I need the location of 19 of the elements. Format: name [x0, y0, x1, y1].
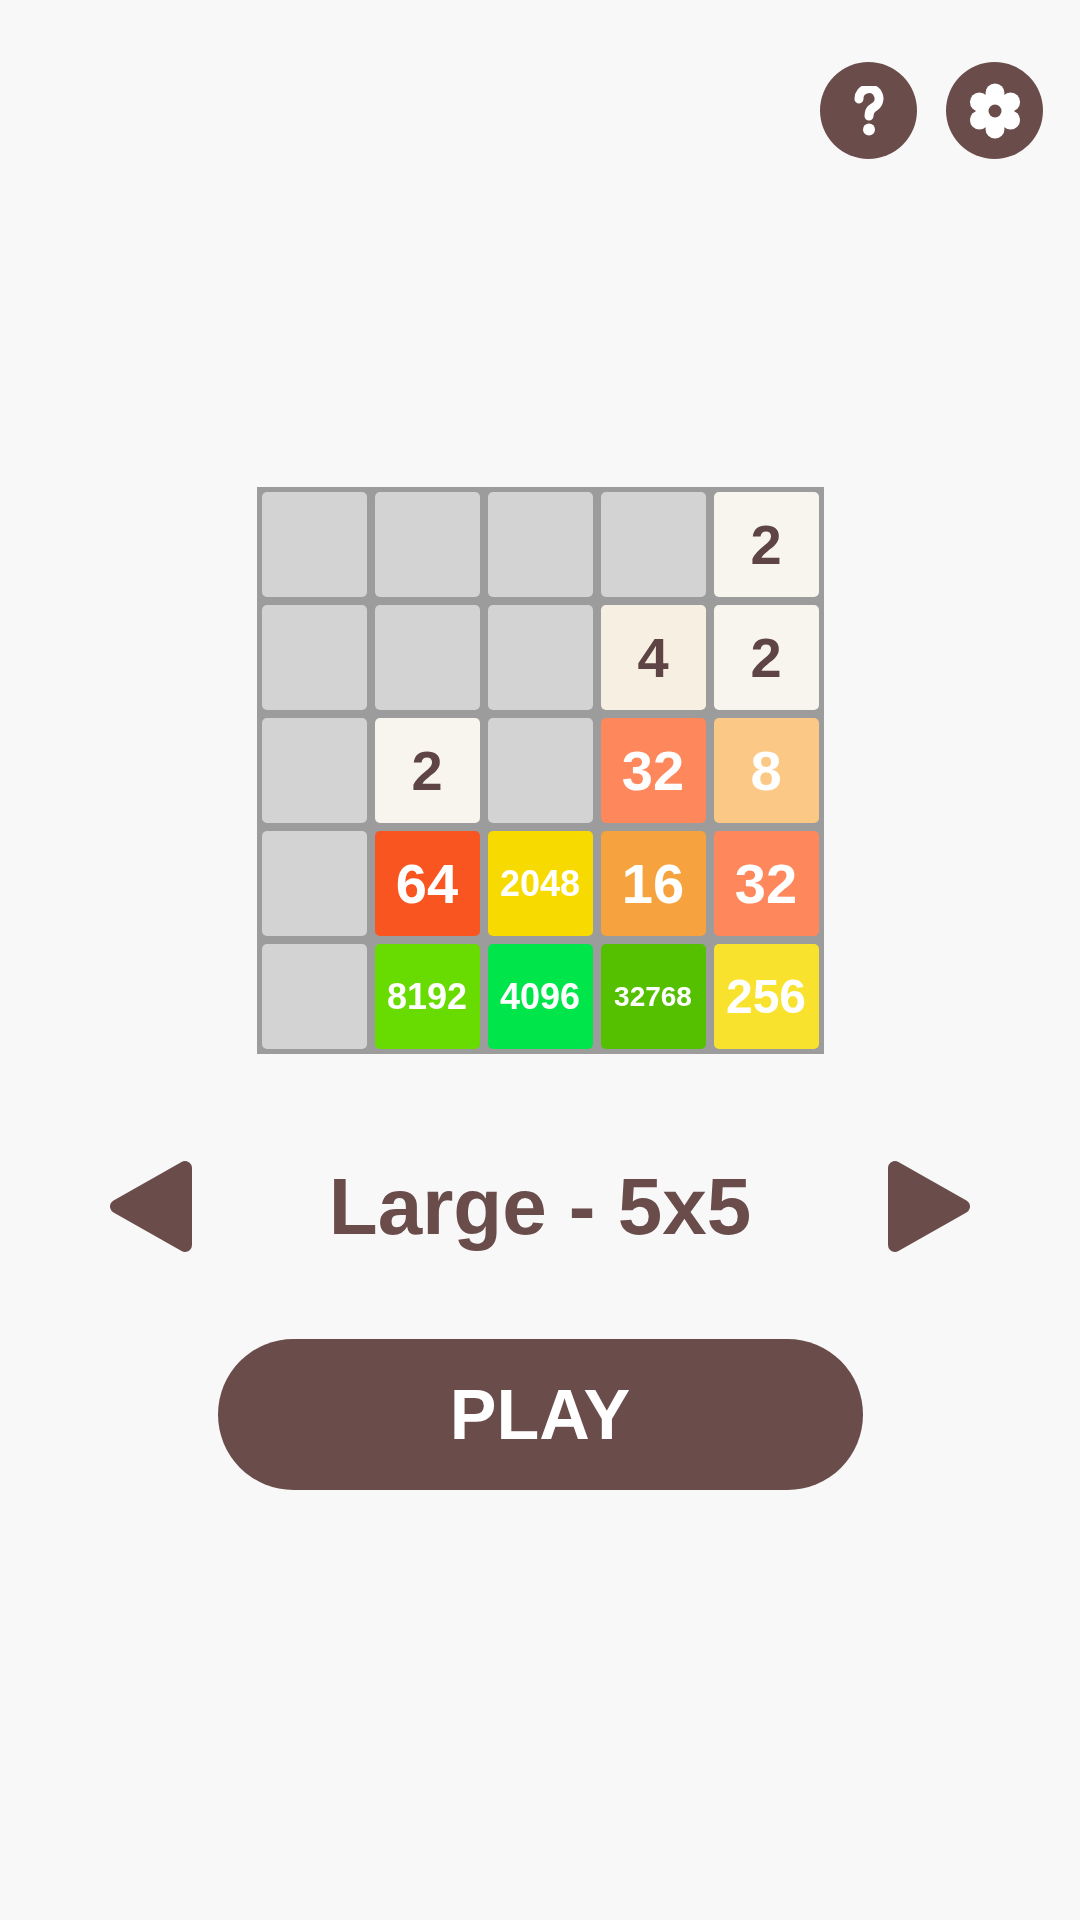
number-tile: 32 — [713, 831, 819, 936]
number-tile: 2048 — [487, 831, 593, 936]
right-triangle-icon[interactable] — [887, 1160, 971, 1253]
left-triangle-icon[interactable] — [109, 1160, 193, 1253]
number-tile: 8 — [713, 718, 819, 823]
board-size-label: Large - 5x5 — [328, 1162, 752, 1251]
number-tile: 32768 — [600, 944, 706, 1049]
help-icon — [853, 85, 884, 136]
number-tile: 16 — [600, 831, 706, 936]
number-tile: 2 — [374, 718, 480, 823]
number-tile: 64 — [374, 831, 480, 936]
number-tile: 2 — [713, 492, 819, 597]
number-tile: 256 — [713, 944, 819, 1049]
number-tile: 4096 — [487, 944, 593, 1049]
play-button[interactable]: PLAY — [217, 1339, 863, 1490]
number-tile: 4 — [600, 605, 706, 710]
number-tile: 2 — [713, 605, 819, 710]
number-tile: 8192 — [374, 944, 480, 1049]
number-tile: 32 — [600, 718, 706, 823]
